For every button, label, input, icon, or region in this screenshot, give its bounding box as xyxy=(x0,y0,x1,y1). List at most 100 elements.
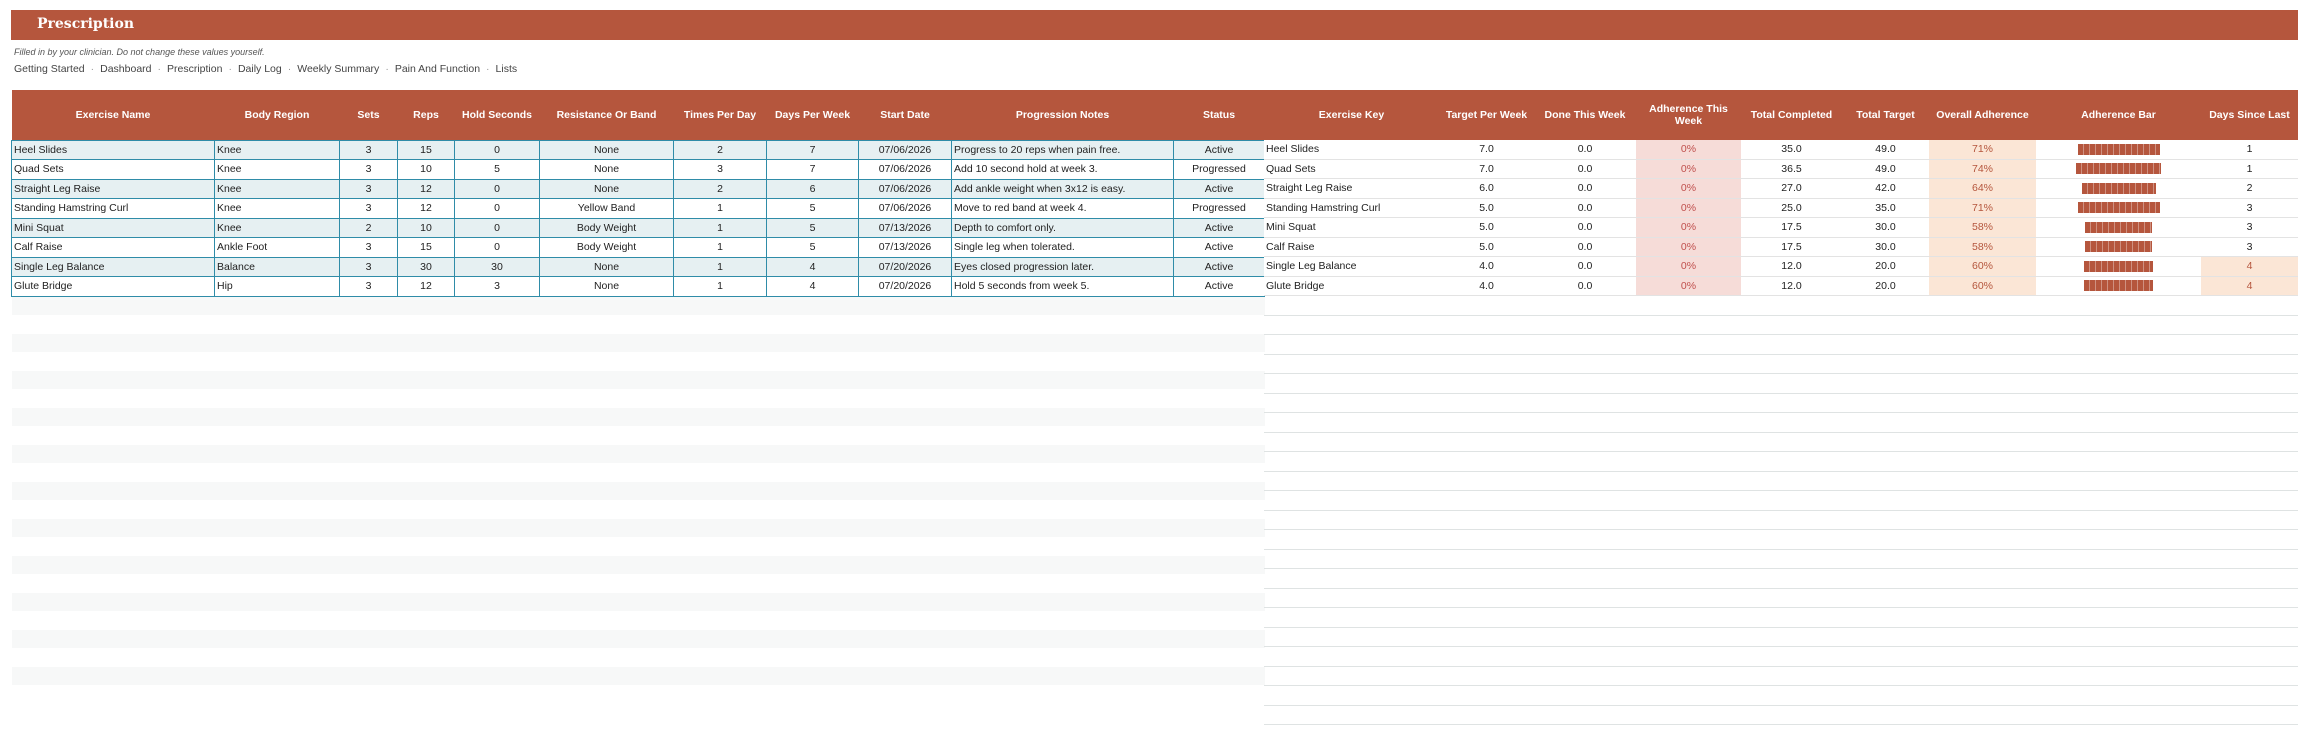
table-cell[interactable]: None xyxy=(539,178,674,199)
table-cell[interactable]: Heel Slides xyxy=(11,139,215,160)
table-cell[interactable]: Standing Hamstring Curl xyxy=(11,198,215,219)
table-cell[interactable]: Progressed xyxy=(1173,198,1265,219)
empty-cell[interactable] xyxy=(858,685,952,704)
empty-cell[interactable] xyxy=(673,352,767,371)
empty-cell[interactable] xyxy=(454,370,540,389)
empty-cell[interactable] xyxy=(214,426,340,445)
empty-cell[interactable] xyxy=(1173,444,1265,463)
empty-cell[interactable] xyxy=(858,666,952,685)
empty-cell[interactable] xyxy=(1173,629,1265,648)
table-cell[interactable]: 07/13/2026 xyxy=(858,217,952,238)
empty-cell[interactable] xyxy=(673,500,767,519)
empty-cell[interactable] xyxy=(454,685,540,704)
empty-cell[interactable] xyxy=(673,537,767,556)
empty-cell[interactable] xyxy=(766,407,859,426)
table-cell[interactable]: Active xyxy=(1173,256,1265,277)
empty-cell[interactable] xyxy=(951,407,1174,426)
empty-cell[interactable] xyxy=(951,426,1174,445)
empty-cell[interactable] xyxy=(397,333,455,352)
empty-cell[interactable] xyxy=(766,352,859,371)
table-cell[interactable]: 3 xyxy=(339,237,398,258)
table-cell[interactable]: 3 xyxy=(339,256,398,277)
empty-cell[interactable] xyxy=(539,389,674,408)
empty-cell[interactable] xyxy=(1173,463,1265,482)
table-cell[interactable]: 30 xyxy=(454,256,540,277)
empty-cell[interactable] xyxy=(214,370,340,389)
empty-cell[interactable] xyxy=(339,444,398,463)
table-cell[interactable]: Knee xyxy=(214,159,340,180)
empty-cell[interactable] xyxy=(858,611,952,630)
empty-cell[interactable] xyxy=(1173,370,1265,389)
empty-cell[interactable] xyxy=(339,352,398,371)
empty-cell[interactable] xyxy=(454,315,540,334)
table-cell[interactable]: 15 xyxy=(397,237,455,258)
table-cell[interactable]: 07/06/2026 xyxy=(858,198,952,219)
empty-cell[interactable] xyxy=(539,481,674,500)
empty-cell[interactable] xyxy=(673,481,767,500)
empty-cell[interactable] xyxy=(339,666,398,685)
empty-cell[interactable] xyxy=(397,481,455,500)
empty-cell[interactable] xyxy=(11,370,215,389)
empty-cell[interactable] xyxy=(858,315,952,334)
empty-cell[interactable] xyxy=(951,592,1174,611)
empty-cell[interactable] xyxy=(951,444,1174,463)
empty-cell[interactable] xyxy=(539,333,674,352)
empty-cell[interactable] xyxy=(214,315,340,334)
empty-cell[interactable] xyxy=(454,537,540,556)
empty-cell[interactable] xyxy=(214,611,340,630)
empty-cell[interactable] xyxy=(539,500,674,519)
table-cell[interactable]: 1 xyxy=(673,276,767,297)
empty-cell[interactable] xyxy=(11,666,215,685)
table-cell[interactable]: 3 xyxy=(454,276,540,297)
table-cell[interactable]: Hold 5 seconds from week 5. xyxy=(951,276,1174,297)
empty-cell[interactable] xyxy=(1173,315,1265,334)
empty-cell[interactable] xyxy=(339,333,398,352)
empty-cell[interactable] xyxy=(673,518,767,537)
empty-cell[interactable] xyxy=(539,370,674,389)
empty-cell[interactable] xyxy=(339,426,398,445)
empty-cell[interactable] xyxy=(214,629,340,648)
table-cell[interactable]: None xyxy=(539,276,674,297)
empty-cell[interactable] xyxy=(539,315,674,334)
table-cell[interactable]: None xyxy=(539,139,674,160)
empty-cell[interactable] xyxy=(673,685,767,704)
nav-link-getting-started[interactable]: Getting Started xyxy=(14,63,85,75)
empty-cell[interactable] xyxy=(1173,481,1265,500)
empty-cell[interactable] xyxy=(397,463,455,482)
table-cell[interactable]: 0 xyxy=(454,217,540,238)
table-cell[interactable]: Eyes closed progression later. xyxy=(951,256,1174,277)
table-cell[interactable]: None xyxy=(539,159,674,180)
empty-cell[interactable] xyxy=(11,555,215,574)
table-cell[interactable]: Knee xyxy=(214,198,340,219)
empty-cell[interactable] xyxy=(766,296,859,315)
empty-cell[interactable] xyxy=(766,574,859,593)
empty-cell[interactable] xyxy=(766,537,859,556)
empty-cell[interactable] xyxy=(539,666,674,685)
empty-cell[interactable] xyxy=(454,611,540,630)
empty-cell[interactable] xyxy=(214,648,340,667)
empty-cell[interactable] xyxy=(1173,518,1265,537)
empty-cell[interactable] xyxy=(1173,666,1265,685)
table-cell[interactable]: Straight Leg Raise xyxy=(11,178,215,199)
table-cell[interactable]: 7 xyxy=(766,139,859,160)
empty-cell[interactable] xyxy=(673,555,767,574)
empty-cell[interactable] xyxy=(454,333,540,352)
table-cell[interactable]: Body Weight xyxy=(539,237,674,258)
table-cell[interactable]: 0 xyxy=(454,198,540,219)
empty-cell[interactable] xyxy=(11,574,215,593)
empty-cell[interactable] xyxy=(858,481,952,500)
empty-cell[interactable] xyxy=(11,537,215,556)
empty-cell[interactable] xyxy=(858,629,952,648)
empty-cell[interactable] xyxy=(539,444,674,463)
table-cell[interactable]: Mini Squat xyxy=(11,217,215,238)
empty-cell[interactable] xyxy=(397,574,455,593)
empty-cell[interactable] xyxy=(214,481,340,500)
empty-cell[interactable] xyxy=(214,333,340,352)
empty-cell[interactable] xyxy=(397,555,455,574)
empty-cell[interactable] xyxy=(11,389,215,408)
table-cell[interactable]: Yellow Band xyxy=(539,198,674,219)
empty-cell[interactable] xyxy=(951,315,1174,334)
empty-cell[interactable] xyxy=(339,389,398,408)
table-cell[interactable]: Add 10 second hold at week 3. xyxy=(951,159,1174,180)
table-cell[interactable]: Active xyxy=(1173,139,1265,160)
